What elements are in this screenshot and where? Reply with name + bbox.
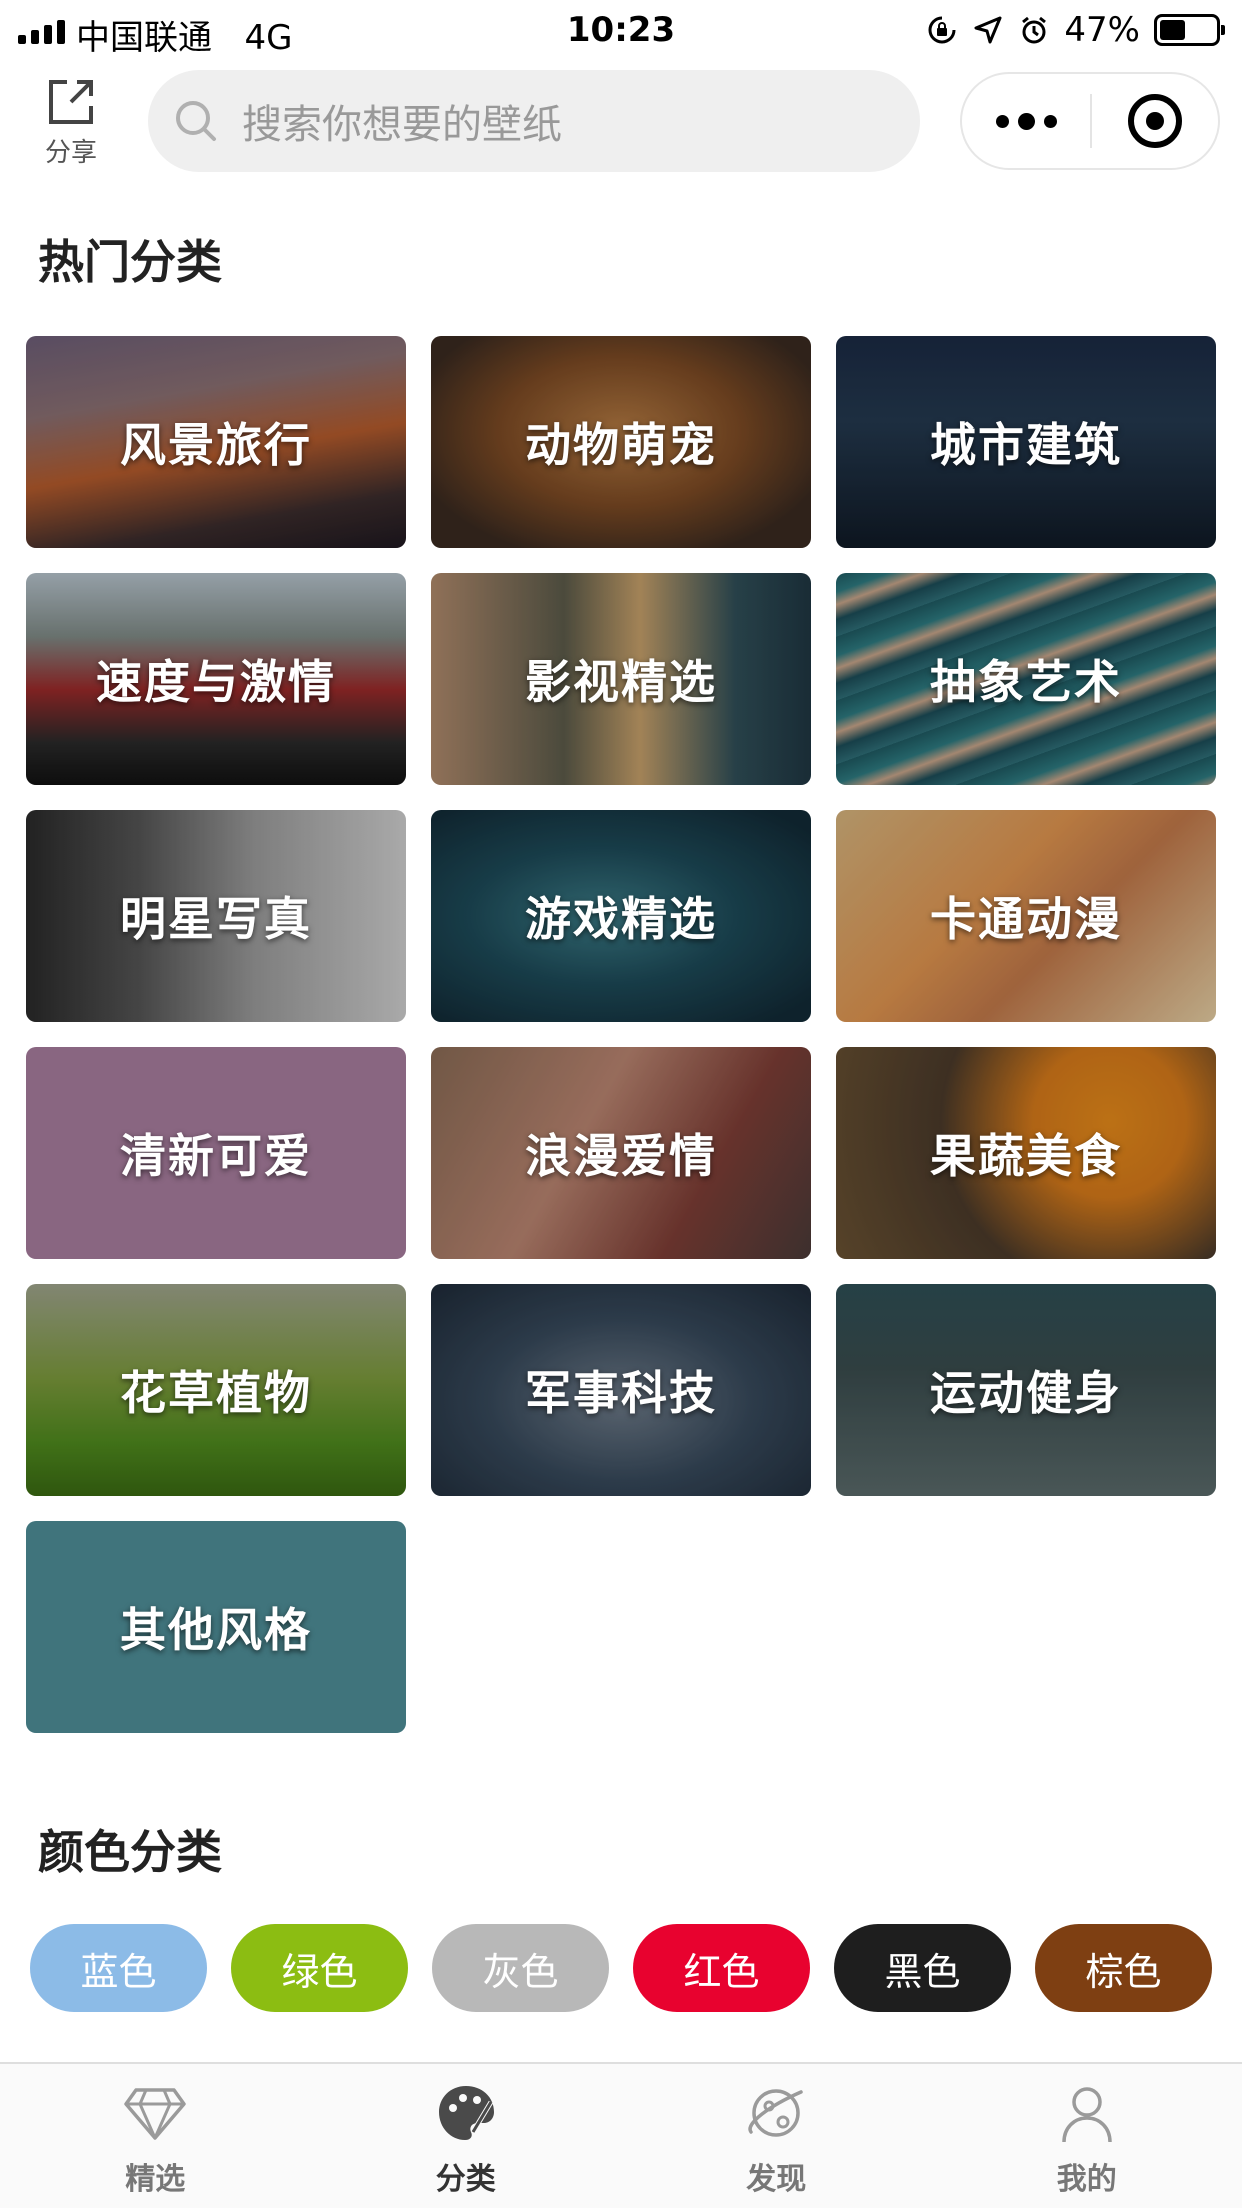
close-button[interactable] (1092, 94, 1218, 148)
category-tile[interactable]: 军事科技 (431, 1284, 811, 1496)
color-chip-label: 灰色 (482, 1949, 559, 1994)
hot-category-grid: 风景旅行 动物萌宠 城市建筑 速度与激情 影视精选 抽象艺术 明星写真 游戏精选… (26, 336, 1216, 1733)
color-chip[interactable]: 绿色 (231, 1924, 408, 2012)
category-label: 浪漫爱情 (525, 1129, 717, 1183)
share-label: 分享 (44, 138, 97, 168)
category-label: 城市建筑 (930, 418, 1122, 472)
category-label: 运动健身 (930, 1366, 1122, 1420)
mini-program-capsule (960, 72, 1220, 170)
close-target-icon (1128, 94, 1182, 148)
tab-label: 分类 (435, 2162, 496, 2197)
category-tile[interactable]: 卡通动漫 (836, 810, 1216, 1022)
category-label: 卡通动漫 (930, 892, 1122, 946)
battery-percent: 47% (1064, 10, 1140, 50)
color-chip[interactable]: 灰色 (432, 1924, 609, 2012)
color-chip-label: 黑色 (884, 1949, 961, 1994)
tab-label: 发现 (746, 2162, 807, 2197)
category-tile[interactable]: 影视精选 (431, 573, 811, 785)
category-label: 影视精选 (525, 655, 717, 709)
category-label: 动物萌宠 (525, 418, 717, 472)
category-tile[interactable]: 其他风格 (26, 1521, 406, 1733)
category-tile[interactable]: 动物萌宠 (431, 336, 811, 548)
category-label: 明星写真 (120, 892, 312, 946)
color-chip-list: 蓝色 绿色 灰色 红色 黑色 棕色 (30, 1924, 1220, 2012)
category-label: 游戏精选 (525, 892, 717, 946)
diamond-icon (124, 2088, 186, 2140)
color-chip-label: 蓝色 (80, 1949, 157, 1994)
tab-featured[interactable]: 精选 (0, 2064, 311, 2208)
status-bar: 中国联通 4G 10:23 47% (0, 0, 1242, 62)
tab-category[interactable]: 分类 (311, 2064, 622, 2208)
category-tile[interactable]: 清新可爱 (26, 1047, 406, 1259)
color-chip-label: 绿色 (281, 1949, 358, 1994)
battery-icon (1154, 14, 1225, 46)
tab-mine[interactable]: 我的 (932, 2064, 1242, 2208)
search-placeholder: 搜索你想要的壁纸 (242, 102, 562, 148)
share-button[interactable]: 分享 (36, 76, 106, 169)
color-chip[interactable]: 黑色 (834, 1924, 1011, 2012)
more-dot-icon (1017, 112, 1035, 130)
category-tile[interactable]: 城市建筑 (836, 336, 1216, 548)
planet-icon (748, 2089, 803, 2137)
category-tile[interactable]: 浪漫爱情 (431, 1047, 811, 1259)
category-tile[interactable]: 速度与激情 (26, 573, 406, 785)
more-dot-icon (995, 114, 1009, 128)
share-icon (49, 80, 93, 124)
category-label: 抽象艺术 (930, 655, 1122, 709)
tab-bar: 精选 分类 发现 我的 (0, 2062, 1242, 2208)
category-tile[interactable]: 运动健身 (836, 1284, 1216, 1496)
search-input[interactable]: 搜索你想要的壁纸 (148, 70, 920, 172)
category-tile[interactable]: 果蔬美食 (836, 1047, 1216, 1259)
color-categories-title: 颜色分类 (38, 1825, 222, 1879)
battery-fill (1160, 20, 1186, 40)
category-label: 花草植物 (120, 1366, 312, 1420)
tab-label: 精选 (125, 2162, 186, 2197)
category-tile[interactable]: 花草植物 (26, 1284, 406, 1496)
category-tile[interactable]: 风景旅行 (26, 336, 406, 548)
category-label: 果蔬美食 (930, 1129, 1122, 1183)
palette-icon (438, 2086, 494, 2140)
color-chip[interactable]: 蓝色 (30, 1924, 207, 2012)
search-icon (176, 101, 216, 141)
alarm-icon (1022, 16, 1047, 44)
category-label: 军事科技 (525, 1366, 717, 1420)
hot-categories-title: 热门分类 (38, 235, 222, 289)
category-tile[interactable]: 明星写真 (26, 810, 406, 1022)
more-button[interactable] (962, 74, 1090, 168)
tab-label: 我的 (1056, 2162, 1117, 2197)
category-label: 其他风格 (120, 1603, 312, 1657)
location-icon (974, 16, 1002, 44)
person-icon (1062, 2087, 1112, 2143)
status-right: 47% (926, 10, 1225, 50)
color-chip-label: 棕色 (1085, 1949, 1162, 1994)
category-label: 速度与激情 (96, 655, 336, 709)
category-label: 风景旅行 (120, 418, 312, 472)
category-tile[interactable]: 游戏精选 (431, 810, 811, 1022)
category-label: 清新可爱 (120, 1129, 312, 1183)
color-chip-label: 红色 (683, 1949, 760, 1994)
category-tile[interactable]: 抽象艺术 (836, 573, 1216, 785)
tab-discover[interactable]: 发现 (621, 2064, 932, 2208)
more-dot-icon (1043, 114, 1057, 128)
color-chip[interactable]: 红色 (633, 1924, 810, 2012)
color-chip[interactable]: 棕色 (1035, 1924, 1212, 2012)
orientation-lock-icon (928, 16, 956, 44)
